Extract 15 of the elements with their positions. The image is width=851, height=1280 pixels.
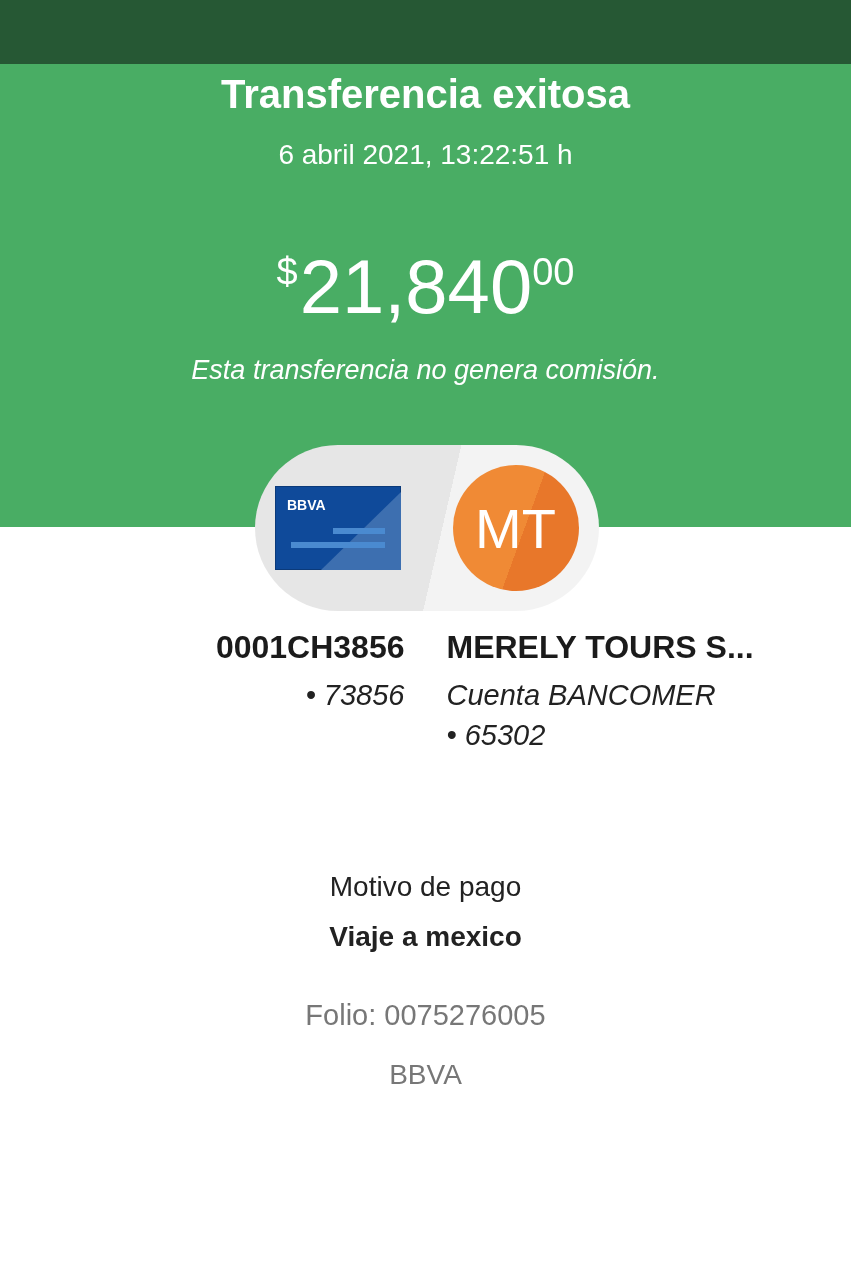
screen-title: Transferencia exitosa xyxy=(220,71,631,118)
card-label: BBVA xyxy=(286,497,326,513)
recipient-name: MERELY TOURS S... xyxy=(446,628,755,667)
commission-note: Esta transferencia no genera comisión. xyxy=(191,354,660,387)
folio-number: Folio: 0075276005 xyxy=(305,998,546,1033)
amount: $^{$}$21,840$^{00}$ xyxy=(276,243,575,329)
origin-account-detail: • 73856 xyxy=(304,678,405,713)
recipient-account-detail: • 65302 xyxy=(446,718,547,753)
recipient-avatar: MT xyxy=(452,465,579,591)
origin-account-name: 0001CH3856 xyxy=(214,628,405,667)
payment-reason: Viaje a mexico xyxy=(329,920,522,954)
bank-name: BBVA xyxy=(389,1058,462,1092)
date-time: 6 abril 2021, 13:22:51 h xyxy=(278,138,573,172)
payment-reason-label: Motivo de pago xyxy=(329,870,522,904)
recipient-account-detail: Cuenta BANCOMER xyxy=(446,678,717,713)
